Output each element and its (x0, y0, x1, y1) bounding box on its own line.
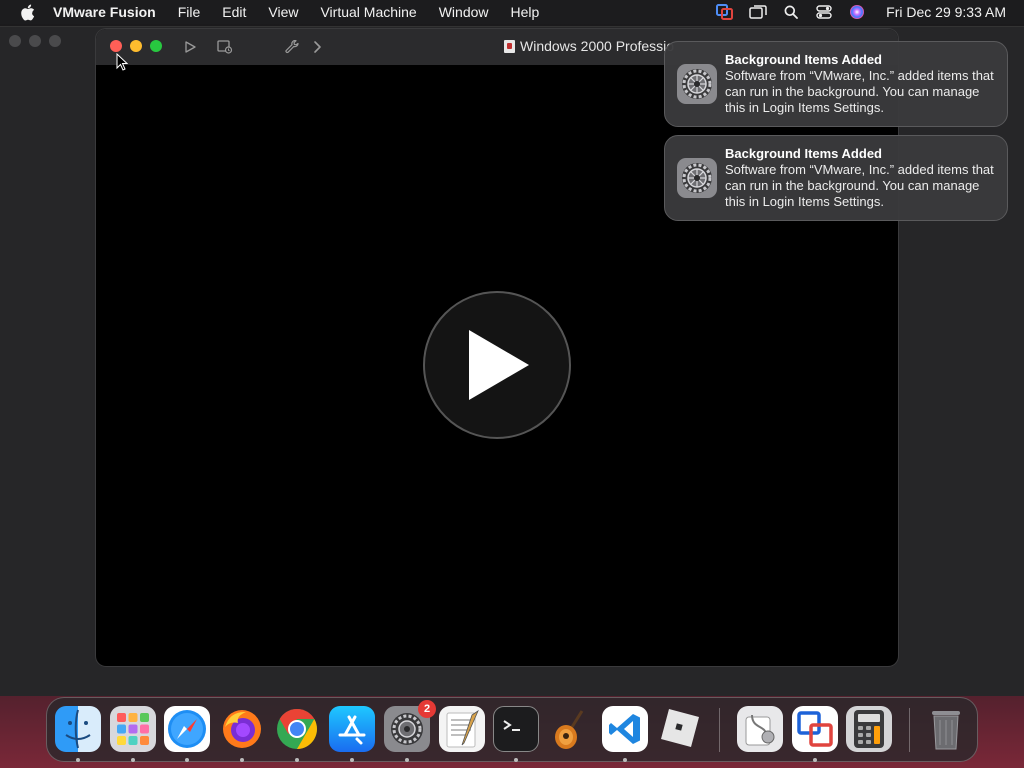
garageband-icon[interactable] (547, 706, 593, 752)
running-indicator (131, 758, 135, 762)
menu-app-name[interactable]: VMware Fusion (53, 4, 156, 20)
dock-separator (909, 708, 910, 752)
notification-body: Software from “VMware, Inc.” added items… (725, 68, 994, 115)
disk-utility-icon[interactable] (737, 706, 783, 752)
roblox-icon[interactable] (656, 706, 702, 752)
menu-help[interactable]: Help (511, 4, 540, 20)
notification-background-items-1[interactable]: Background Items Added Software from “VM… (664, 41, 1008, 127)
vm-title-text: Windows 2000 Professio (520, 38, 675, 54)
notification-body: Software from “VMware, Inc.” added items… (725, 162, 994, 209)
system-settings-icon[interactable]: 2 (384, 700, 436, 752)
notification-title: Background Items Added (725, 146, 882, 161)
running-indicator (514, 758, 518, 762)
notification-title: Background Items Added (725, 52, 882, 67)
terminal-icon[interactable] (493, 706, 539, 752)
launchpad-icon[interactable] (110, 706, 156, 752)
menu-view[interactable]: View (268, 4, 298, 20)
bg-close-button[interactable] (9, 35, 21, 47)
minimize-button[interactable] (130, 40, 142, 52)
running-indicator (623, 758, 627, 762)
textedit-icon[interactable] (439, 706, 485, 752)
menu-bar-clock[interactable]: Fri Dec 29 9:33 AM (886, 4, 1006, 20)
menu-virtual-machine[interactable]: Virtual Machine (320, 4, 416, 20)
menu-bar: VMware Fusion File Edit View Virtual Mac… (0, 0, 1024, 24)
screen-mirroring-icon[interactable] (748, 3, 768, 21)
menu-window[interactable]: Window (439, 4, 489, 20)
safari-icon[interactable] (164, 706, 210, 752)
notification-background-items-2[interactable]: Background Items Added Software from “VM… (664, 135, 1008, 221)
calculator-icon[interactable] (846, 706, 892, 752)
vm-document-icon (504, 39, 515, 53)
finder-icon[interactable] (55, 706, 101, 752)
zoom-button[interactable] (150, 40, 162, 52)
play-icon[interactable] (181, 38, 199, 56)
siri-icon[interactable] (847, 3, 867, 21)
large-play-icon (469, 330, 529, 400)
app-store-icon[interactable] (329, 706, 375, 752)
dock: 2 (46, 697, 978, 762)
settings-wrench-icon[interactable] (283, 38, 301, 56)
running-indicator (295, 758, 299, 762)
running-indicator (405, 758, 409, 762)
menu-file[interactable]: File (178, 4, 201, 20)
running-indicator (76, 758, 80, 762)
snapshot-icon[interactable] (216, 38, 234, 56)
notification-badge: 2 (418, 700, 436, 718)
vm-window-title: Windows 2000 Professio (504, 38, 674, 54)
control-center-icon[interactable] (814, 3, 834, 21)
apple-menu-icon[interactable] (17, 2, 37, 22)
mouse-cursor-icon (116, 52, 129, 76)
system-settings-gear-icon (677, 158, 717, 198)
running-indicator (813, 758, 817, 762)
chevron-right-icon[interactable] (308, 38, 326, 56)
close-button[interactable] (110, 40, 122, 52)
dock-separator (719, 708, 720, 752)
running-indicator (240, 758, 244, 762)
trash-icon[interactable] (923, 706, 969, 752)
running-indicator (350, 758, 354, 762)
spotlight-search-icon[interactable] (781, 3, 801, 21)
firefox-icon[interactable] (219, 706, 265, 752)
running-indicator (185, 758, 189, 762)
system-settings-gear-icon (677, 64, 717, 104)
vm-start-play-button[interactable] (423, 291, 571, 439)
bg-zoom-button[interactable] (49, 35, 61, 47)
chrome-icon[interactable] (274, 706, 320, 752)
vmware-status-icon[interactable] (715, 3, 735, 21)
menu-edit[interactable]: Edit (222, 4, 246, 20)
bg-minimize-button[interactable] (29, 35, 41, 47)
vscode-icon[interactable] (602, 706, 648, 752)
vmware-fusion-icon[interactable] (792, 706, 838, 752)
